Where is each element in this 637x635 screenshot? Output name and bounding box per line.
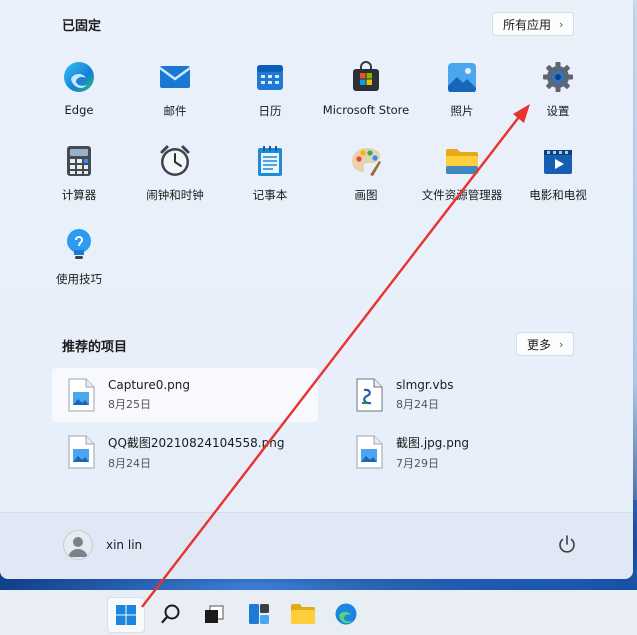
chevron-right-icon: ›: [559, 17, 564, 31]
app-label: 电影和电视: [529, 188, 587, 202]
paint-icon: [349, 144, 383, 178]
app-label: 计算器: [61, 188, 97, 202]
app-label: Microsoft Store: [322, 103, 410, 117]
app-notepad[interactable]: 记事本: [224, 144, 316, 214]
tips-icon: [62, 228, 96, 262]
search-icon: [161, 604, 180, 624]
recommended-item[interactable]: 截图.jpg.png 7月29日: [340, 425, 606, 479]
file-explorer-icon: [291, 604, 315, 624]
start-button[interactable]: [107, 597, 145, 633]
photos-icon: [445, 60, 479, 94]
power-icon: [559, 535, 575, 553]
task-view-icon: [205, 605, 224, 623]
file-name: Capture0.png: [108, 378, 191, 392]
settings-icon: [541, 60, 575, 94]
widgets-icon: [249, 604, 269, 624]
start-icon: [116, 605, 136, 625]
app-paint[interactable]: 画图: [320, 144, 412, 214]
app-edge[interactable]: Edge: [33, 60, 125, 130]
notepad-icon: [253, 144, 287, 178]
app-label: 闹钟和时钟: [146, 188, 204, 202]
chevron-right-icon: ›: [559, 337, 564, 351]
app-microsoft-store[interactable]: Microsoft Store: [320, 60, 412, 130]
app-photos[interactable]: 照片: [416, 60, 508, 130]
app-label: Edge: [64, 103, 94, 117]
folder-icon: [445, 144, 479, 178]
power-button[interactable]: [555, 533, 579, 557]
app-alarms-clock[interactable]: 闹钟和时钟: [129, 144, 221, 214]
app-label: 文件资源管理器: [421, 188, 503, 202]
taskbar-file-explorer-button[interactable]: [285, 597, 321, 631]
app-label: 设置: [546, 104, 570, 118]
image-file-icon: [356, 435, 383, 469]
store-icon: [349, 60, 383, 94]
edge-icon: [62, 60, 96, 94]
app-label: 记事本: [252, 188, 288, 202]
image-file-icon: [68, 378, 95, 412]
recommended-title: 推荐的项目: [62, 340, 128, 355]
file-date: 8月24日: [396, 398, 439, 411]
file-name: slmgr.vbs: [396, 378, 454, 392]
more-button[interactable]: 更多 ›: [516, 332, 575, 356]
start-footer: [0, 512, 633, 579]
movies-icon: [541, 144, 575, 178]
user-name[interactable]: xin lin: [106, 538, 142, 552]
calculator-icon: [62, 144, 96, 178]
app-mail[interactable]: 邮件: [129, 60, 221, 130]
file-date: 7月29日: [396, 456, 439, 470]
file-date: 8月24日: [108, 456, 151, 470]
mail-icon: [158, 60, 192, 94]
taskbar-search-button[interactable]: [153, 597, 189, 631]
widgets-button[interactable]: [241, 597, 277, 631]
pinned-title: 已固定: [62, 19, 102, 34]
user-avatar[interactable]: [63, 530, 93, 560]
app-tips[interactable]: 使用技巧: [33, 228, 125, 298]
app-movies-tv[interactable]: 电影和电视: [512, 144, 604, 214]
calendar-icon: [253, 60, 287, 94]
image-file-icon: [68, 435, 95, 469]
recommended-item[interactable]: QQ截图20210824104558.png 8月24日: [52, 425, 318, 479]
script-file-icon: [356, 378, 383, 412]
file-name: 截图.jpg.png: [396, 435, 470, 450]
app-label: 日历: [258, 104, 282, 118]
app-calculator[interactable]: 计算器: [33, 144, 125, 214]
file-name: QQ截图20210824104558.png: [108, 435, 285, 450]
clock-icon: [158, 144, 192, 178]
taskbar-edge-button[interactable]: [328, 597, 364, 631]
app-settings[interactable]: 设置: [512, 60, 604, 130]
recommended-item[interactable]: Capture0.png 8月25日: [52, 368, 318, 422]
recommended-item[interactable]: slmgr.vbs 8月24日: [340, 368, 606, 422]
all-apps-button[interactable]: 所有应用 ›: [492, 12, 575, 36]
app-label: 邮件: [163, 104, 187, 118]
app-label: 照片: [450, 104, 474, 118]
app-label: 使用技巧: [56, 272, 102, 286]
start-menu: 已固定 所有应用 › Edge 邮件 日历 Microsoft Store 照片: [0, 0, 633, 579]
app-calendar[interactable]: 日历: [224, 60, 316, 130]
edge-icon: [335, 603, 357, 625]
all-apps-label: 所有应用: [503, 17, 552, 32]
more-label: 更多: [527, 337, 552, 352]
file-date: 8月25日: [108, 398, 151, 411]
task-view-button[interactable]: [196, 597, 232, 631]
app-file-explorer[interactable]: 文件资源管理器: [416, 144, 508, 214]
app-label: 画图: [354, 188, 378, 202]
